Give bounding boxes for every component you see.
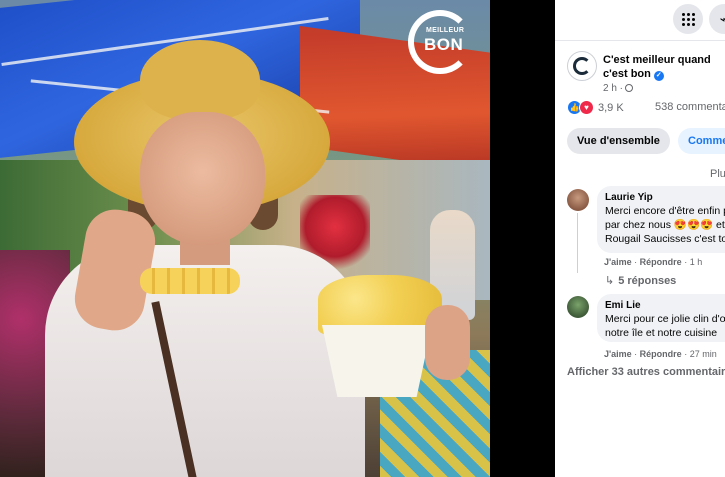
right-hand (425, 305, 470, 380)
reactions-summary[interactable]: 👍 ♥ 3,9 K (567, 100, 624, 115)
comment-actions: J'aime · Répondre · 27 min (604, 349, 717, 359)
video-player[interactable]: MEILLEUR BON (0, 0, 490, 477)
thread-line (577, 213, 578, 273)
video-letterbox (490, 0, 555, 477)
comment-count[interactable]: 538 commentaires (655, 101, 725, 113)
globe-icon (625, 84, 634, 92)
comment-text-line: Rougail Saucisses c'est top (605, 233, 725, 245)
paper-cup (322, 325, 432, 397)
pineapple-slice (140, 268, 240, 294)
comment-author[interactable]: Laurie Yip (605, 191, 725, 204)
like-comment-button[interactable]: J'aime (604, 349, 632, 359)
view-replies-button[interactable]: ↳ 5 réponses (605, 274, 676, 287)
love-reaction-icon: ♥ (579, 100, 594, 115)
avatar[interactable] (567, 189, 589, 211)
messenger-button[interactable]: ⌁ (709, 4, 725, 34)
comment-time[interactable]: 1 h (690, 257, 703, 267)
comment-bubble: Emi Lie Merci pour ce jolie clin d'œil à… (597, 294, 725, 342)
page-logo-icon (573, 57, 591, 75)
page-name[interactable]: C'est meilleur quand c'est bon ✓ (603, 53, 725, 81)
logo-big-text: BON (424, 35, 464, 54)
reply-arrow-icon: ↳ (605, 275, 615, 287)
avatar[interactable] (567, 296, 589, 318)
comment-time[interactable]: 27 min (690, 349, 717, 359)
logo-small-text: MEILLEUR (426, 27, 465, 34)
page-avatar[interactable] (567, 51, 597, 81)
top-bar: ⌁ (555, 0, 725, 41)
comment-author[interactable]: Emi Lie (605, 299, 725, 312)
face-front (140, 112, 265, 245)
post-time-text[interactable]: 2 h · (603, 83, 623, 94)
like-comment-button[interactable]: J'aime (604, 257, 632, 267)
reply-comment-button[interactable]: Répondre (640, 257, 682, 267)
reply-comment-button[interactable]: Répondre (640, 349, 682, 359)
post-time[interactable]: 2 h · (603, 83, 634, 94)
tab-comments[interactable]: Commentaires (678, 128, 725, 154)
replies-count[interactable]: 5 réponses (618, 275, 676, 287)
comment-text-line: Merci encore d'être enfin passée (605, 205, 725, 217)
post-side-panel: ⌁ C'est meilleur quand c'est bon ✓ 2 h · … (555, 0, 725, 477)
comment-text-line: par chez nous 😍😍😍 et les (605, 219, 725, 231)
straw-hat-crown (140, 40, 260, 120)
tab-overview[interactable]: Vue d'ensemble (567, 128, 670, 154)
comment-bubble: Laurie Yip Merci encore d'être enfin pas… (597, 186, 725, 253)
verified-badge-icon: ✓ (653, 71, 664, 81)
view-more-comments-button[interactable]: Afficher 33 autres commentaires (567, 366, 725, 378)
channel-logo: MEILLEUR BON (408, 10, 472, 74)
comment-text-line: Merci pour ce jolie clin d'œil à (605, 313, 725, 325)
comment-text-line: notre île et notre cuisine (605, 327, 718, 339)
comment-sort-dropdown[interactable]: Plus pertinents (710, 168, 725, 180)
comment-actions: J'aime · Répondre · 1 h (604, 257, 703, 267)
grid-menu-icon (681, 12, 695, 26)
messenger-icon: ⌁ (719, 10, 725, 27)
menu-button[interactable] (673, 4, 703, 34)
reaction-count[interactable]: 3,9 K (598, 102, 624, 114)
